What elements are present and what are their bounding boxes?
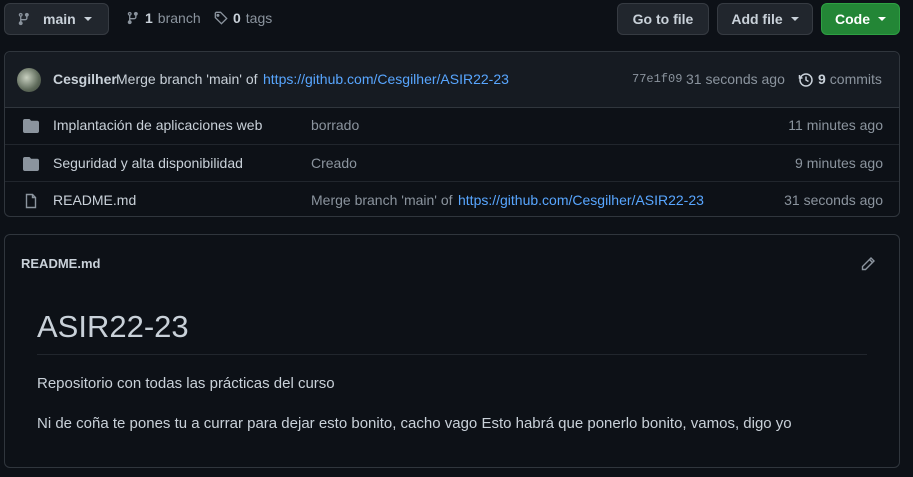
file-browser: Cesgilher Merge branch 'main' of https:/…	[4, 51, 900, 217]
go-to-file-button[interactable]: Go to file	[617, 3, 709, 35]
folder-icon	[23, 157, 39, 171]
file-row[interactable]: Seguridad y alta disponibilidad Creado 9…	[5, 144, 899, 182]
tags-count: 0	[233, 10, 241, 26]
add-file-button[interactable]: Add file	[717, 3, 813, 35]
avatar[interactable]	[17, 68, 41, 92]
file-name[interactable]: Implantación de aplicaciones web	[53, 107, 262, 144]
chevron-down-icon	[790, 17, 799, 21]
file-name[interactable]: Seguridad y alta disponibilidad	[53, 145, 243, 182]
readme-title: ASIR22-23	[37, 309, 189, 344]
chevron-down-icon	[83, 17, 92, 21]
commits-count: 9	[818, 71, 826, 87]
file-commit-message[interactable]: borrado	[311, 107, 359, 144]
code-button[interactable]: Code	[821, 3, 900, 35]
git-branch-icon	[127, 11, 138, 25]
commits-label: commits	[829, 71, 882, 87]
commit-message[interactable]: Merge branch 'main' of	[116, 61, 258, 98]
tag-icon	[214, 11, 228, 25]
tags-link[interactable]: 0 tags	[214, 10, 272, 26]
file-name[interactable]: README.md	[53, 182, 136, 219]
pencil-icon[interactable]	[860, 256, 876, 272]
file-commit-message[interactable]: Creado	[311, 145, 357, 182]
file-commit-message[interactable]: Merge branch 'main' of	[311, 182, 453, 219]
readme-paragraph: Ni de coña te pones tu a currar para dej…	[37, 415, 792, 432]
file-time: 9 minutes ago	[795, 155, 883, 171]
tags-label: tags	[245, 10, 273, 26]
file-row[interactable]: README.md Merge branch 'main' of https:/…	[5, 181, 899, 219]
file-row[interactable]: Implantación de aplicaciones web borrado…	[5, 107, 899, 144]
file-icon	[25, 193, 37, 209]
file-time: 11 minutes ago	[788, 117, 883, 133]
readme-panel: README.md ASIR22-23 Repositorio con toda…	[4, 234, 900, 468]
readme-paragraph: Repositorio con todas las prácticas del …	[37, 375, 335, 392]
branches-count: 1	[145, 10, 153, 26]
file-time: 31 seconds ago	[784, 192, 883, 208]
chevron-down-icon	[878, 17, 886, 21]
readme-title-divider	[37, 354, 867, 355]
commit-hash[interactable]: 77e1f09	[632, 61, 682, 98]
branches-label: branch	[157, 10, 201, 26]
code-label: Code	[835, 11, 870, 27]
git-branch-icon	[18, 12, 29, 26]
file-commit-link[interactable]: https://github.com/Cesgilher/ASIR22-23	[458, 182, 704, 219]
commits-link[interactable]: 9 commits	[798, 61, 882, 98]
branches-link[interactable]: 1 branch	[126, 10, 201, 26]
commit-author[interactable]: Cesgilher	[53, 61, 117, 98]
commit-link[interactable]: https://github.com/Cesgilher/ASIR22-23	[263, 61, 509, 98]
branch-select-button[interactable]: main	[4, 3, 109, 35]
add-file-label: Add file	[731, 11, 783, 27]
history-icon	[798, 72, 813, 87]
readme-filename: README.md	[21, 256, 101, 271]
commit-time: 31 seconds ago	[686, 71, 785, 87]
folder-icon	[23, 119, 39, 133]
latest-commit-bar: Cesgilher Merge branch 'main' of https:/…	[5, 52, 899, 108]
go-to-file-label: Go to file	[632, 11, 694, 27]
branch-label: main	[43, 11, 76, 27]
